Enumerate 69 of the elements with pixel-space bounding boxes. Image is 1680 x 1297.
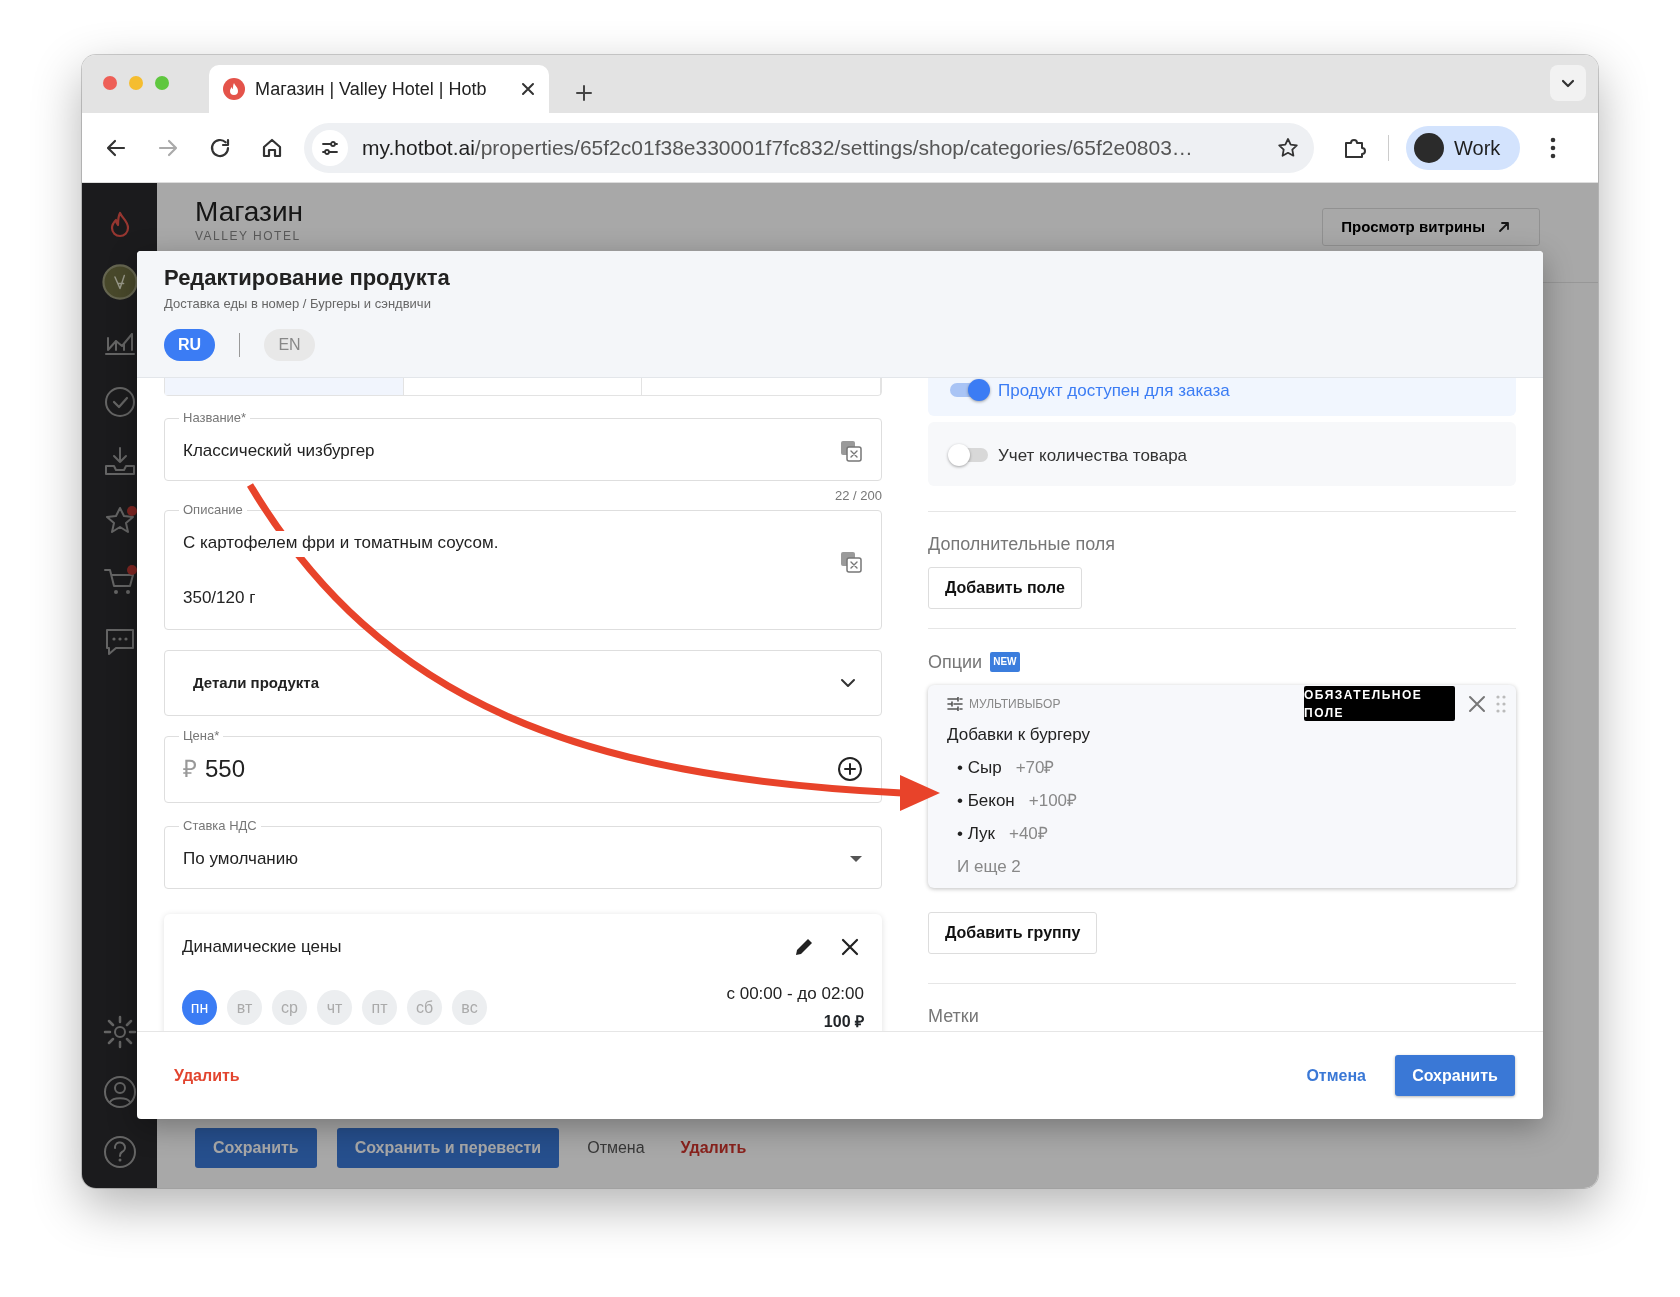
- currency-symbol: ₽: [183, 754, 197, 784]
- star-icon[interactable]: [1276, 135, 1300, 160]
- vat-select[interactable]: Ставка НДС По умолчанию: [164, 818, 882, 889]
- toggle-switch[interactable]: [948, 443, 990, 465]
- add-group-button[interactable]: Добавить группу: [928, 912, 1098, 954]
- more-vertical-icon[interactable]: [1550, 136, 1556, 159]
- character-counter: 22 / 200: [834, 487, 882, 505]
- save-button[interactable]: Сохранить: [1395, 1055, 1515, 1096]
- sliders-icon: [947, 697, 963, 711]
- more-options-text: И еще 2: [957, 856, 1021, 878]
- tab-search-button[interactable]: [1550, 65, 1586, 101]
- section-title: Метки: [928, 1005, 980, 1028]
- price-value: 100 ₽: [822, 1012, 864, 1031]
- external-link-icon: [1497, 220, 1511, 234]
- option-type-label: МУЛЬТИВЫБОР: [969, 696, 1061, 713]
- close-icon[interactable]: [841, 938, 859, 956]
- name-field[interactable]: Название* Классический чизбургер: [164, 410, 882, 481]
- day-chip[interactable]: пн: [182, 990, 217, 1025]
- section-title: Опции: [928, 651, 983, 674]
- add-circle-icon[interactable]: [837, 756, 863, 782]
- caret-down-icon: [849, 855, 863, 863]
- translate-icon[interactable]: [839, 550, 863, 574]
- help-icon[interactable]: [101, 1134, 138, 1170]
- flame-icon: [223, 78, 245, 100]
- toggle-label: Учет количества товара: [998, 445, 1188, 467]
- pencil-icon[interactable]: [793, 936, 815, 958]
- description-field[interactable]: Описание С картофелем фри и томатным соусом. 350/120 г: [164, 502, 882, 630]
- time-range: с 00:00 - до 02:00: [726, 983, 864, 1005]
- modal-title: Редактирование продукта: [164, 265, 451, 291]
- section-title: Дополнительные поля: [928, 533, 1117, 556]
- price-field[interactable]: Цена* ₽ 550: [164, 728, 882, 803]
- save-button[interactable]: Сохранить и перевести: [336, 1128, 560, 1168]
- required-badge: ОБЯЗАТЕЛЬНОЕ ПОЛЕ: [1304, 686, 1455, 721]
- address-bar[interactable]: my.hotbot.ai/properties/65f2c01f38e330001f7fc832/settings/shop/categories/65f2e0803…: [304, 122, 1314, 173]
- browser-tab[interactable]: Магазин | Valley Hotel | Hotb: [209, 65, 549, 113]
- option-group-name: Добавки к бургеру: [947, 724, 1090, 746]
- card-title: Динамические цены: [182, 936, 342, 958]
- option-price: +70₽: [1015, 757, 1055, 779]
- cancel-button[interactable]: Отмена: [1306, 1063, 1366, 1088]
- details-dropdown[interactable]: Детали продукта: [164, 650, 882, 716]
- cancel-button[interactable]: Отмена: [579, 1128, 653, 1168]
- avatar-icon[interactable]: [101, 264, 138, 300]
- option-price: +100₽: [1028, 790, 1078, 812]
- language-tab[interactable]: EN: [264, 328, 315, 361]
- page-subtitle: VALLEY HOTEL: [195, 229, 302, 243]
- option-name: • Бекон: [957, 790, 1015, 812]
- translate-icon[interactable]: [839, 439, 863, 463]
- add-field-button[interactable]: Добавить поле: [928, 567, 1082, 609]
- window-close-button[interactable]: [103, 76, 117, 90]
- toggle-label: Продукт доступен для заказа: [998, 380, 1230, 402]
- option-name: • Лук: [957, 823, 995, 845]
- breadcrumb: Доставка еды в номер / Бургеры и сэндвичи: [164, 295, 432, 313]
- profile-button[interactable]: Work: [1406, 125, 1520, 170]
- avatar-icon: [1414, 132, 1444, 163]
- storefront-button[interactable]: Просмотр витрины: [1322, 208, 1540, 246]
- delete-button[interactable]: Удалить: [174, 1063, 240, 1088]
- drag-handle-icon[interactable]: [1496, 695, 1506, 713]
- option-price: +40₽: [1008, 823, 1048, 845]
- new-badge: NEW: [990, 652, 1020, 672]
- save-button[interactable]: Сохранить: [195, 1128, 317, 1168]
- plus-icon: [575, 84, 593, 103]
- page-title: Магазин: [195, 195, 303, 229]
- close-icon[interactable]: [521, 82, 535, 96]
- option-name: • Сыр: [957, 757, 1002, 779]
- settings-icon[interactable]: [101, 1014, 138, 1050]
- toggle-switch[interactable]: [948, 378, 990, 400]
- language-tab[interactable]: RU: [164, 328, 215, 361]
- delete-button[interactable]: Удалить: [672, 1128, 755, 1168]
- user-icon[interactable]: [101, 1074, 138, 1110]
